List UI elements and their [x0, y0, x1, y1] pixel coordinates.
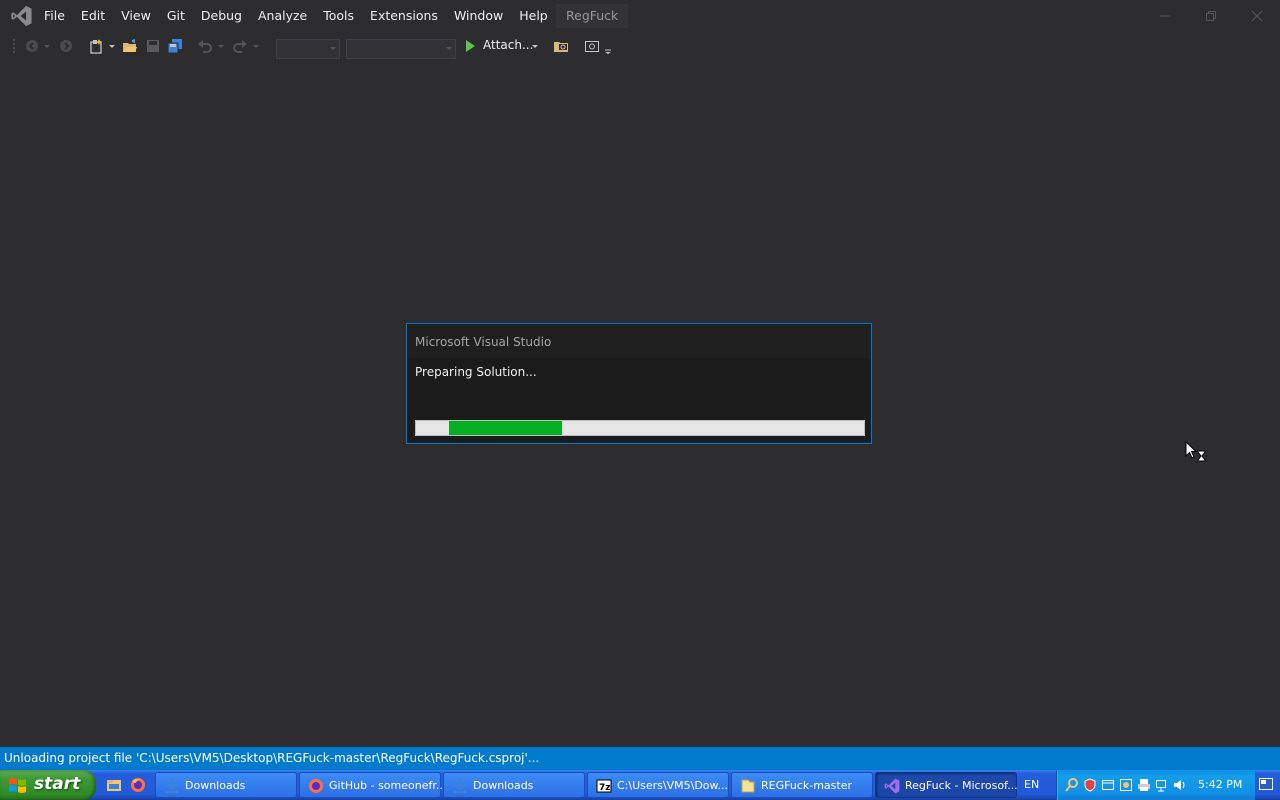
undo-icon[interactable]: [197, 38, 213, 54]
new-project-icon[interactable]: [89, 38, 105, 54]
navigate-back-icon[interactable]: [24, 38, 40, 54]
navigate-forward-icon[interactable]: [58, 38, 74, 54]
menu-debug[interactable]: Debug: [193, 0, 250, 32]
restore-button[interactable]: [1196, 4, 1226, 28]
explorer-quicklaunch-icon[interactable]: [106, 777, 122, 793]
menu-file[interactable]: File: [36, 0, 73, 32]
language-indicator[interactable]: EN: [1024, 778, 1039, 791]
task-label: GitHub - someonefr...: [329, 779, 444, 792]
progress-marquee-chunk: [449, 421, 562, 435]
menu-window[interactable]: Window: [446, 0, 511, 32]
solution-name-badge: RegFuck: [556, 4, 629, 28]
firefox-quicklaunch-icon[interactable]: [130, 777, 146, 793]
taskbar-item-downloads-2[interactable]: Downloads: [443, 772, 585, 798]
task-label: REGFuck-master: [761, 779, 852, 792]
taskbar-item-7zip[interactable]: 7z C:\Users\VM5\Dow...: [587, 772, 729, 798]
screenshot-capture-icon[interactable]: [584, 38, 600, 54]
new-project-dropdown-icon[interactable]: [108, 38, 116, 54]
title-bar: File Edit View Git Debug Analyze Tools E…: [0, 0, 1280, 32]
show-desktop-icon[interactable]: [1258, 776, 1274, 792]
menu-help[interactable]: Help: [511, 0, 556, 32]
update-tray-icon[interactable]: [1119, 778, 1133, 792]
visual-studio-logo-icon[interactable]: [10, 5, 33, 27]
dialog-message: Preparing Solution...: [415, 365, 537, 379]
task-label: RegFuck - Microsof...: [905, 779, 1018, 792]
menu-edit[interactable]: Edit: [73, 0, 113, 32]
redo-dropdown-icon[interactable]: [252, 38, 260, 54]
menu-tools[interactable]: Tools: [315, 0, 362, 32]
menu-extensions[interactable]: Extensions: [362, 0, 446, 32]
open-file-icon[interactable]: [122, 38, 138, 54]
clock[interactable]: 5:42 PM: [1198, 778, 1242, 791]
menu-git[interactable]: Git: [159, 0, 193, 32]
taskbar: start Downloads GitHub - someonefr... Do…: [0, 770, 1280, 800]
progress-bar: [415, 420, 865, 436]
minimize-button[interactable]: [1150, 4, 1180, 28]
printer-tray-icon[interactable]: [1137, 778, 1151, 792]
start-label: start: [34, 774, 81, 794]
start-button[interactable]: start: [0, 770, 96, 800]
security-shield-icon[interactable]: [1083, 778, 1097, 792]
system-tray: 5:42 PM: [1056, 770, 1255, 800]
firefox-icon: [309, 779, 323, 793]
7zip-icon: 7z: [596, 779, 612, 793]
task-label: Downloads: [473, 779, 534, 792]
taskbar-item-visual-studio[interactable]: RegFuck - Microsof...: [875, 772, 1018, 798]
restore-icon: [1206, 11, 1216, 21]
close-icon: [1251, 10, 1263, 22]
network-icon[interactable]: [1155, 778, 1169, 792]
menu-analyze[interactable]: Analyze: [250, 0, 315, 32]
download-folder-icon: [454, 779, 466, 793]
download-folder-icon: [166, 779, 178, 793]
status-text: Unloading project file 'C:\Users\VM5\Des…: [4, 751, 540, 765]
status-bar: Unloading project file 'C:\Users\VM5\Des…: [0, 747, 1280, 770]
task-label: Downloads: [185, 779, 246, 792]
folder-icon: [741, 779, 755, 793]
preparing-solution-dialog: Microsoft Visual Studio Preparing Soluti…: [406, 323, 872, 444]
save-all-icon[interactable]: [167, 38, 183, 54]
toolbar-grip[interactable]: [12, 38, 16, 54]
minimize-icon: [1160, 15, 1170, 17]
close-button[interactable]: [1242, 4, 1272, 28]
busy-cursor-icon: [1185, 441, 1206, 462]
menu-view[interactable]: View: [113, 0, 159, 32]
solution-platform-dropdown[interactable]: [346, 39, 456, 59]
task-label: C:\Users\VM5\Dow...: [617, 779, 728, 792]
taskbar-item-downloads[interactable]: Downloads: [155, 772, 297, 798]
volume-icon[interactable]: [1173, 778, 1187, 792]
undo-dropdown-icon[interactable]: [217, 38, 225, 54]
attach-button[interactable]: Attach...: [483, 38, 533, 52]
windows-logo-icon: [9, 778, 26, 793]
svg-text:7z: 7z: [599, 783, 611, 793]
start-debugging-play-icon[interactable]: [464, 38, 476, 54]
search-icon[interactable]: [1065, 778, 1079, 792]
taskbar-item-regfuck-master[interactable]: REGFuck-master: [731, 772, 873, 798]
navigate-back-dropdown-icon[interactable]: [43, 38, 51, 54]
taskbar-item-github-firefox[interactable]: GitHub - someonefr...: [299, 772, 444, 798]
visual-studio-icon: [884, 778, 900, 794]
dialog-title: Microsoft Visual Studio: [415, 335, 552, 349]
standard-toolbar: [0, 32, 1280, 60]
toolbar-overflow-icon[interactable]: [604, 38, 612, 54]
save-icon[interactable]: [145, 38, 161, 54]
window-tray-icon[interactable]: [1101, 778, 1115, 792]
browse-folder-icon[interactable]: [553, 38, 569, 54]
redo-icon[interactable]: [232, 38, 248, 54]
menu-bar: File Edit View Git Debug Analyze Tools E…: [36, 0, 556, 32]
solution-configuration-dropdown[interactable]: [276, 39, 340, 59]
